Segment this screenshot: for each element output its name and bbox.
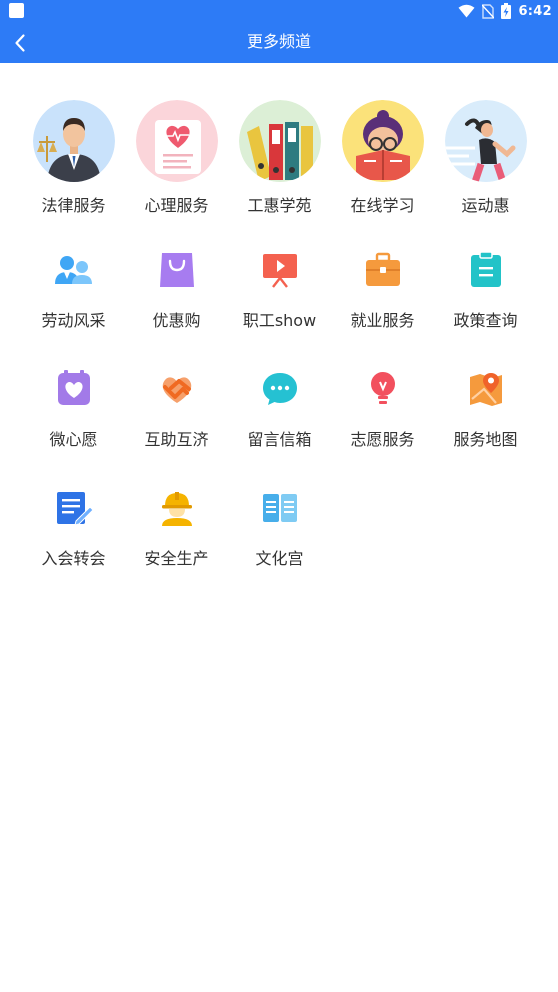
wish-heart-icon (57, 370, 90, 405)
channel-label: 志愿服务 (350, 430, 415, 449)
channel-psych-service[interactable]: 心理服务 (125, 98, 228, 238)
open-book-icon (262, 494, 297, 522)
notification-icon (9, 3, 24, 18)
channel-row: 微心愿 互助互济 留言信箱 志愿服务 服务地图 (22, 357, 537, 476)
chat-bubble-icon (262, 373, 297, 405)
shopping-bag-icon (159, 253, 194, 287)
channel-label: 心理服务 (144, 196, 209, 215)
channel-label: 微心愿 (49, 430, 98, 449)
channel-label: 运动惠 (461, 196, 510, 215)
lightbulb-icon (370, 372, 395, 404)
channel-label: 服务地图 (453, 430, 518, 449)
channel-sports-benefit[interactable]: 运动惠 (434, 98, 537, 238)
heart-report-icon (135, 100, 218, 182)
top-app-bar: 6:42 更多频道 (0, 0, 558, 63)
binders-icon (238, 100, 321, 182)
channel-label: 在线学习 (350, 196, 415, 215)
status-bar: 6:42 (0, 0, 558, 22)
channel-label: 法律服务 (41, 196, 106, 215)
channel-policy-query[interactable]: 政策查询 (434, 238, 537, 357)
lawyer-icon (32, 100, 115, 182)
battery-charging-icon (501, 3, 512, 19)
channel-workers-academy[interactable]: 工惠学苑 (228, 98, 331, 238)
page-title: 更多频道 (246, 32, 311, 51)
channel-label: 优惠购 (152, 311, 201, 330)
channel-row: 劳动风采 优惠购 职工show 就业服务 政策查询 (22, 238, 537, 357)
no-sim-icon (482, 3, 495, 19)
channel-label: 留言信箱 (247, 430, 312, 449)
channel-worker-show[interactable]: 职工show (228, 238, 331, 357)
channel-legal-service[interactable]: 法律服务 (22, 98, 125, 238)
reading-girl-icon (341, 100, 424, 182)
channel-label: 劳动风采 (41, 311, 106, 330)
channel-culture-palace[interactable]: 文化宫 (228, 476, 331, 595)
channel-row: 法律服务 心理服务 工惠学苑 在线学习 运动惠 (22, 98, 537, 238)
channel-label: 安全生产 (144, 549, 209, 568)
channel-micro-wish[interactable]: 微心愿 (22, 357, 125, 476)
briefcase-icon (365, 252, 400, 286)
channel-row: 入会转会 安全生产 文化宫 (22, 476, 537, 595)
channel-discount-shop[interactable]: 优惠购 (125, 238, 228, 357)
channel-safety-production[interactable]: 安全生产 (125, 476, 228, 595)
map-pin-icon (469, 373, 502, 406)
status-indicators: 6:42 (458, 3, 552, 19)
channel-online-learning[interactable]: 在线学习 (331, 98, 434, 238)
channel-label: 互助互济 (144, 430, 209, 449)
workers-icon (54, 256, 92, 284)
wifi-icon (458, 4, 475, 18)
channel-membership-transfer[interactable]: 入会转会 (22, 476, 125, 595)
channel-grid: 法律服务 心理服务 工惠学苑 在线学习 运动惠 劳动风采 优惠购 职工show … (22, 98, 537, 595)
status-time: 6:42 (518, 3, 552, 19)
channel-volunteer-service[interactable]: 志愿服务 (331, 357, 434, 476)
presentation-icon (262, 254, 297, 288)
channel-label: 职工show (242, 311, 317, 330)
channel-service-map[interactable]: 服务地图 (434, 357, 537, 476)
channel-message-box[interactable]: 留言信箱 (228, 357, 331, 476)
safety-helmet-icon (161, 492, 192, 526)
document-edit-icon (56, 492, 94, 526)
runner-icon (444, 100, 527, 182)
channel-employment-service[interactable]: 就业服务 (331, 238, 434, 357)
channel-label: 就业服务 (350, 311, 415, 330)
handshake-icon (162, 377, 191, 403)
channel-mutual-aid[interactable]: 互助互济 (125, 357, 228, 476)
channel-label: 工惠学苑 (247, 196, 312, 215)
channel-labor-showcase[interactable]: 劳动风采 (22, 238, 125, 357)
clipboard-icon (470, 251, 501, 287)
channel-label: 入会转会 (41, 549, 106, 568)
channel-label: 政策查询 (453, 311, 518, 330)
channel-label: 文化宫 (255, 549, 304, 568)
